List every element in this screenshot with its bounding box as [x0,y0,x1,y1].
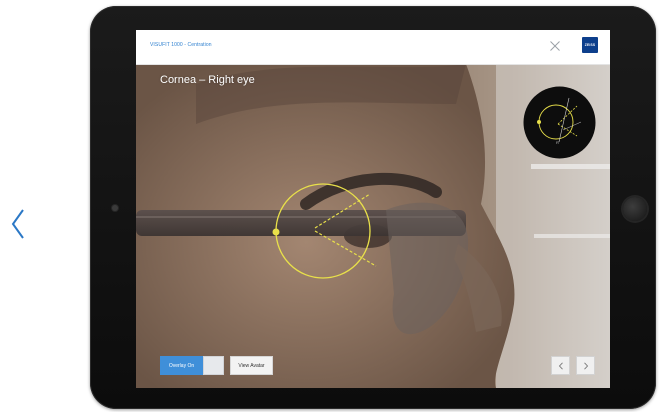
previous-button[interactable] [551,356,570,375]
front-camera [112,205,118,211]
eye-diagram-icon [523,86,596,159]
app-title: VISUFIT 1000 - Centration [150,42,212,48]
view-avatar-button[interactable]: View Avatar [230,356,273,375]
close-icon [550,41,560,51]
chevron-left-icon [11,209,24,239]
brand-logo: ZEISS [582,37,598,53]
home-button[interactable] [623,197,647,221]
overlay-toggle[interactable]: Overlay On [160,356,224,375]
overlay-toggle-off[interactable] [203,356,224,375]
chevron-right-icon [583,361,588,370]
tablet-device: VISUFIT 1000 - Centration ZEISS Cornea –… [90,6,656,409]
app-header: VISUFIT 1000 - Centration ZEISS [136,30,610,65]
overlay-toggle-on[interactable]: Overlay On [160,356,203,375]
app-screen: VISUFIT 1000 - Centration ZEISS Cornea –… [136,30,610,388]
eye-minimap: R [523,86,596,159]
close-button[interactable] [549,39,561,51]
chevron-left-icon [558,361,563,370]
screen-title: Cornea – Right eye [160,74,255,86]
carousel-prev-button[interactable] [4,204,32,244]
next-button[interactable] [576,356,595,375]
brand-logo-text: ZEISS [584,43,596,47]
minimap-eye-label: R [556,140,559,145]
